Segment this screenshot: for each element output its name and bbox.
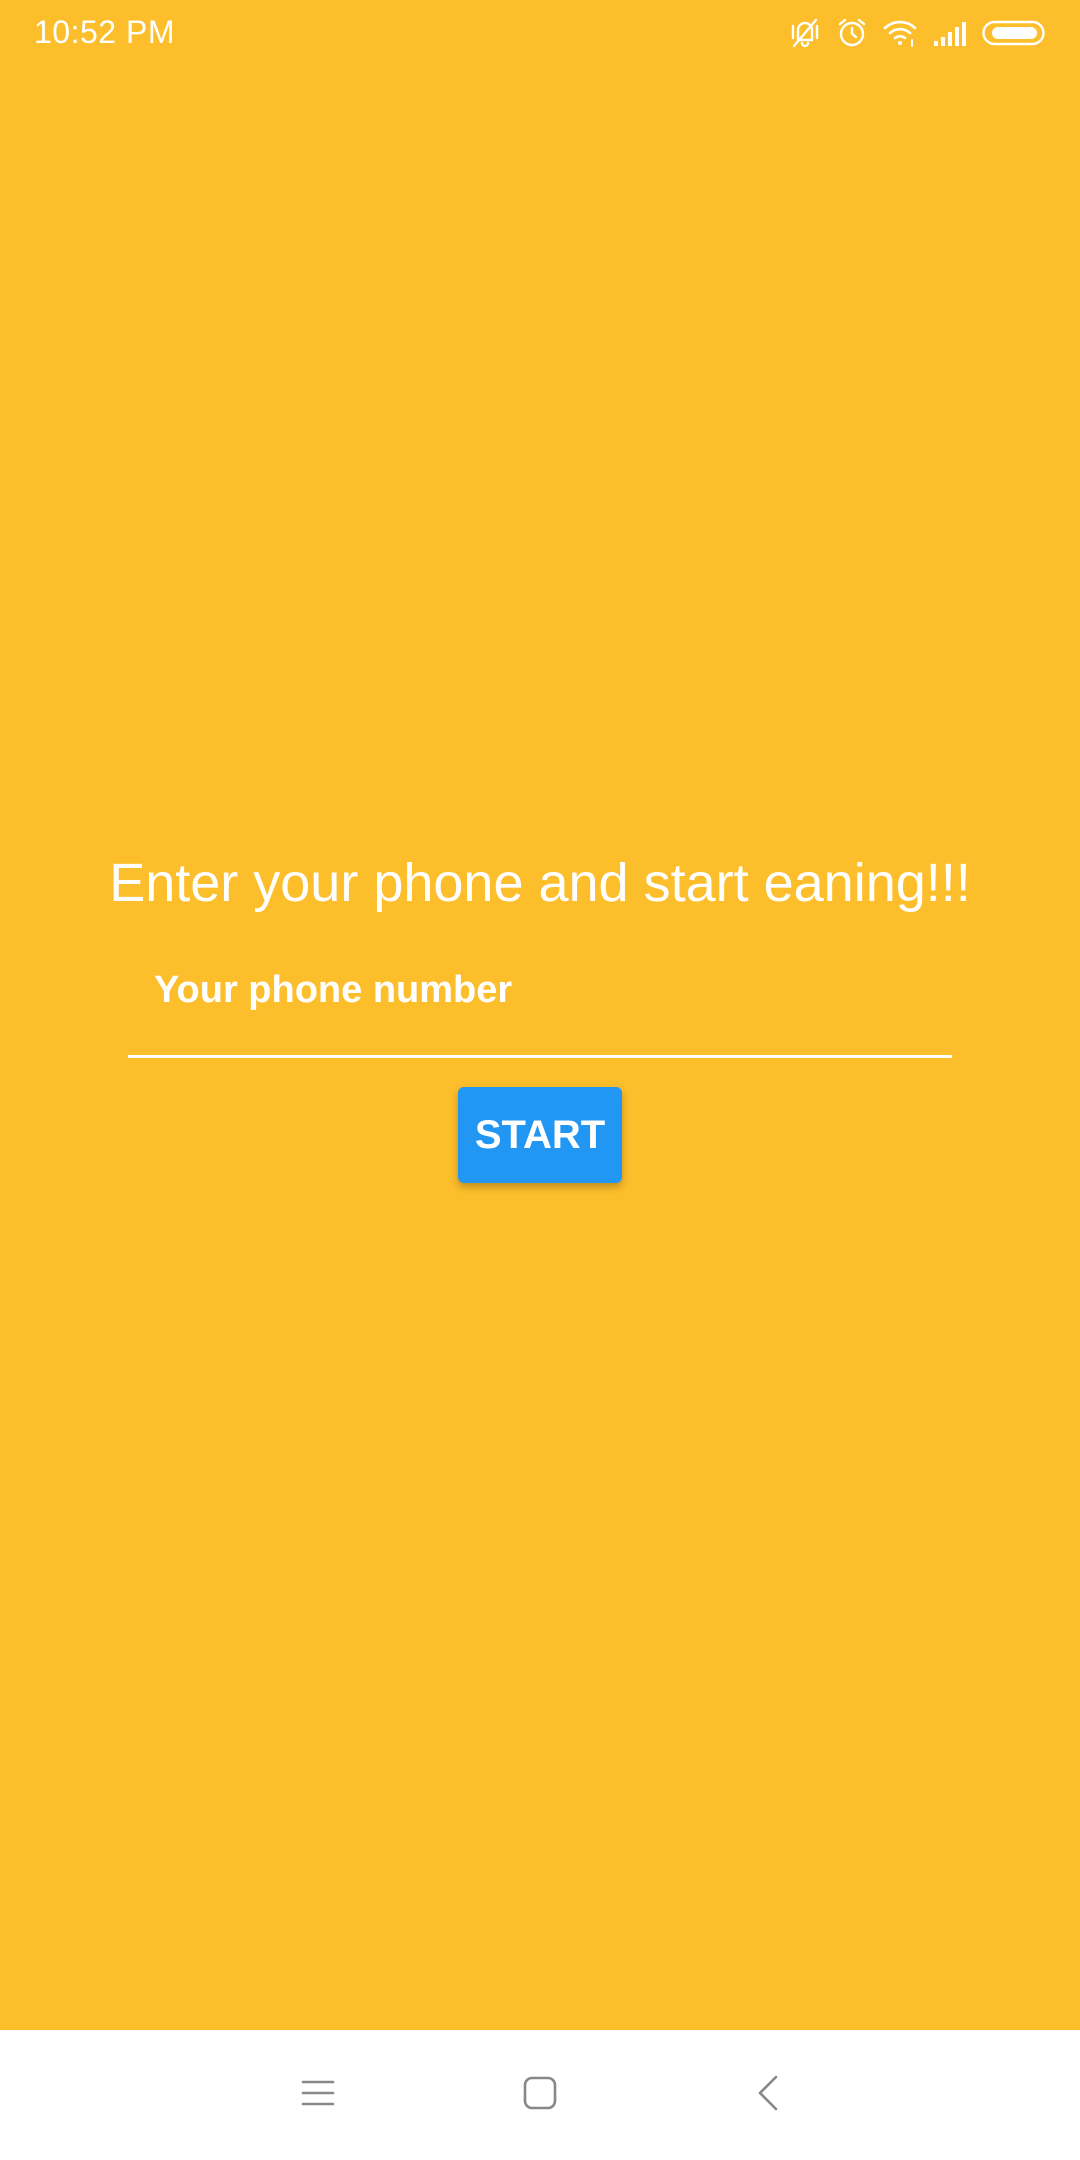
signal-icon	[932, 19, 968, 47]
menu-icon	[301, 2078, 335, 2113]
back-icon	[756, 2075, 780, 2116]
status-icons	[788, 14, 1048, 52]
home-icon	[523, 2076, 557, 2115]
start-button[interactable]: START	[458, 1087, 622, 1183]
home-button[interactable]	[510, 2065, 570, 2125]
back-button[interactable]	[738, 2065, 798, 2125]
vibrate-off-icon	[788, 16, 822, 50]
alarm-icon	[836, 17, 868, 49]
phone-input[interactable]	[154, 960, 934, 1020]
headline: Enter your phone and start eaning!!!	[109, 853, 971, 913]
navigation-bar	[0, 2030, 1080, 2160]
status-bar: 10:52 PM	[0, 0, 1080, 66]
phone-field[interactable]	[128, 960, 952, 1058]
app-screen: 10:52 PM Enter your phone and start eani…	[0, 0, 1080, 2030]
menu-button[interactable]	[288, 2065, 348, 2125]
wifi-icon	[882, 18, 918, 48]
battery-icon	[982, 19, 1048, 47]
status-time: 10:52 PM	[34, 14, 175, 50]
